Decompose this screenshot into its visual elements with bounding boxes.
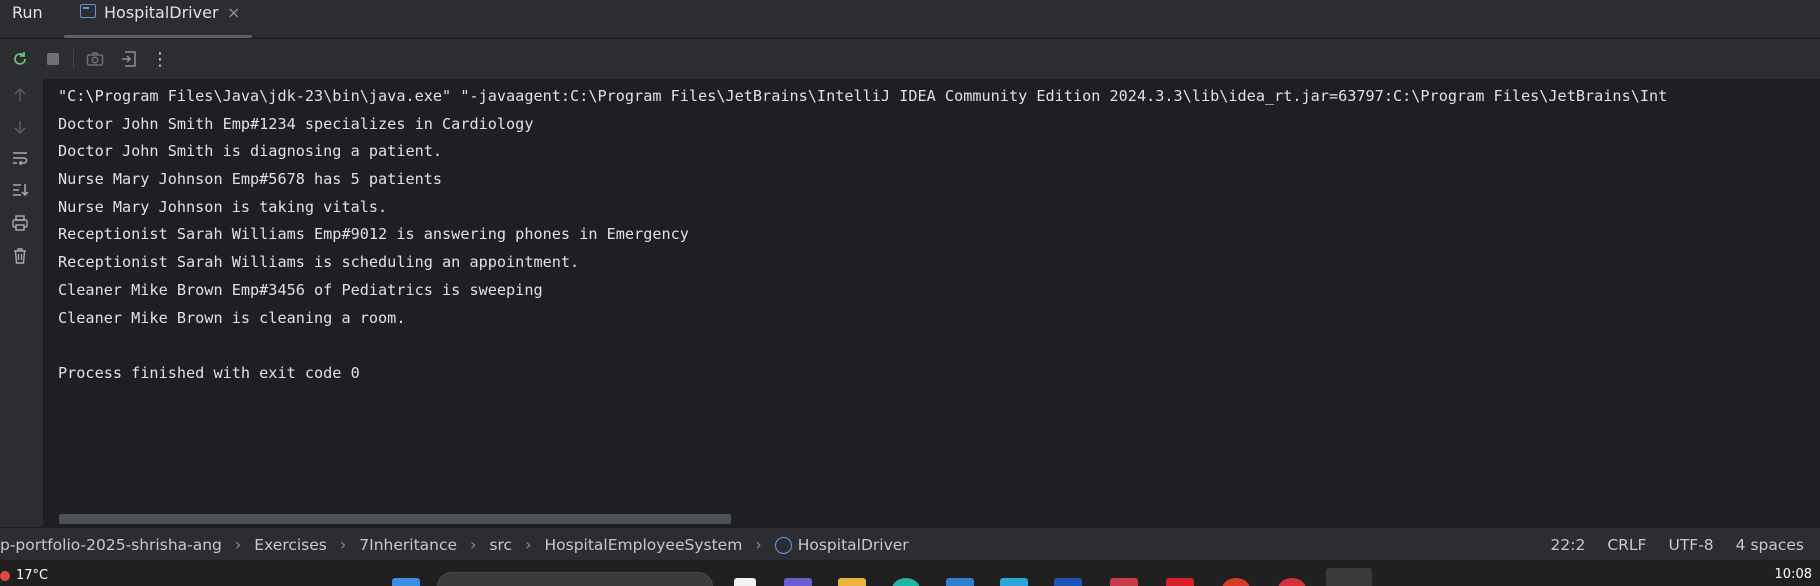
app-icon[interactable] bbox=[1166, 578, 1194, 586]
console-line: Receptionist Sarah Williams is schedulin… bbox=[58, 253, 580, 272]
run-panel-label: Run bbox=[12, 3, 43, 22]
chrome-profile-icon[interactable] bbox=[1278, 578, 1306, 586]
file-explorer-icon[interactable] bbox=[838, 578, 866, 586]
breadcrumb-class[interactable]: HospitalDriver bbox=[798, 536, 909, 554]
app-icon[interactable] bbox=[1110, 578, 1138, 586]
chevron-right-icon: › bbox=[755, 535, 762, 554]
console-line: Nurse Mary Johnson Emp#5678 has 5 patien… bbox=[58, 170, 443, 189]
run-config-icon bbox=[80, 4, 96, 18]
teams-icon[interactable] bbox=[784, 578, 812, 586]
weather-icon bbox=[0, 570, 10, 581]
file-encoding[interactable]: UTF-8 bbox=[1668, 536, 1713, 554]
camera-icon[interactable] bbox=[83, 47, 107, 71]
store-icon[interactable] bbox=[1000, 578, 1028, 586]
chevron-right-icon: › bbox=[470, 535, 477, 554]
taskbar-search[interactable] bbox=[437, 572, 713, 586]
line-ending[interactable]: CRLF bbox=[1607, 536, 1646, 554]
windows-start-icon[interactable] bbox=[392, 578, 420, 586]
console-line: Nurse Mary Johnson is taking vitals. bbox=[58, 197, 388, 216]
intellij-icon[interactable] bbox=[1326, 568, 1372, 586]
indent-setting[interactable]: 4 spaces bbox=[1736, 536, 1804, 554]
breadcrumb-project[interactable]: p-portfolio-2025-shrisha-ang bbox=[0, 536, 222, 554]
run-toolbar: ⋮ bbox=[0, 39, 1820, 79]
breadcrumb-package[interactable]: HospitalEmployeeSystem bbox=[545, 536, 743, 554]
chevron-right-icon: › bbox=[525, 535, 532, 554]
breadcrumb: p-portfolio-2025-shrisha-ang › Exercises… bbox=[0, 528, 909, 561]
edge-icon[interactable] bbox=[892, 578, 920, 586]
task-view-icon[interactable] bbox=[734, 578, 756, 586]
console-line: Receptionist Sarah Williams Emp#9012 is … bbox=[58, 225, 689, 244]
weather-widget[interactable]: 17°C bbox=[0, 568, 48, 583]
status-widgets: 22:2 CRLF UTF-8 4 spaces bbox=[1529, 528, 1805, 561]
active-tab-indicator bbox=[64, 35, 252, 38]
tab-hospital-driver[interactable]: HospitalDriver × bbox=[64, 0, 252, 38]
soft-wrap-icon[interactable] bbox=[8, 146, 32, 170]
console-output[interactable]: "C:\Program Files\Java\jdk-23\bin\java.e… bbox=[44, 79, 1820, 527]
chevron-right-icon: › bbox=[234, 535, 242, 554]
arrow-up-icon[interactable] bbox=[8, 83, 32, 107]
horizontal-scrollbar[interactable] bbox=[59, 514, 731, 524]
class-icon bbox=[774, 537, 792, 554]
breadcrumb-exercises[interactable]: Exercises bbox=[254, 536, 327, 554]
scroll-to-end-icon[interactable] bbox=[8, 178, 32, 202]
console-line: Process finished with exit code 0 bbox=[58, 363, 360, 382]
status-bar: p-portfolio-2025-shrisha-ang › Exercises… bbox=[0, 527, 1820, 560]
console-lines: "C:\Program Files\Java\jdk-23\bin\java.e… bbox=[58, 83, 1667, 388]
console-line: "C:\Program Files\Java\jdk-23\bin\java.e… bbox=[58, 87, 1668, 105]
exit-icon[interactable] bbox=[117, 47, 141, 71]
console-line: Cleaner Mike Brown is cleaning a room. bbox=[58, 308, 406, 327]
breadcrumb-src[interactable]: src bbox=[489, 536, 512, 554]
run-tab-bar: Run HospitalDriver × bbox=[0, 0, 1820, 38]
caret-position[interactable]: 22:2 bbox=[1551, 536, 1586, 554]
app-icon[interactable] bbox=[1222, 578, 1250, 586]
print-icon[interactable] bbox=[8, 211, 32, 235]
close-icon[interactable]: × bbox=[227, 2, 240, 24]
arrow-down-icon[interactable] bbox=[8, 115, 32, 139]
stop-icon[interactable] bbox=[41, 47, 65, 71]
trash-icon[interactable] bbox=[8, 244, 32, 268]
breadcrumb-inheritance[interactable]: 7Inheritance bbox=[359, 536, 457, 554]
chevron-right-icon: › bbox=[339, 535, 347, 554]
console-line: Doctor John Smith is diagnosing a patien… bbox=[58, 142, 443, 161]
app-icon[interactable] bbox=[946, 578, 974, 586]
temperature: 17°C bbox=[16, 568, 49, 583]
console-line: Doctor John Smith Emp#1234 specializes i… bbox=[58, 114, 534, 133]
tab-title: HospitalDriver bbox=[104, 3, 219, 22]
rerun-icon[interactable] bbox=[8, 47, 32, 71]
taskbar-clock[interactable]: 10:08 bbox=[1775, 567, 1812, 582]
console-line: Cleaner Mike Brown Emp#3456 of Pediatric… bbox=[58, 280, 543, 299]
os-taskbar: 17°C 10:08 bbox=[0, 560, 1820, 586]
app-icon[interactable] bbox=[1054, 578, 1082, 586]
more-icon[interactable]: ⋮ bbox=[148, 47, 172, 71]
console-gutter bbox=[0, 79, 44, 527]
toolbar-separator bbox=[73, 49, 74, 69]
